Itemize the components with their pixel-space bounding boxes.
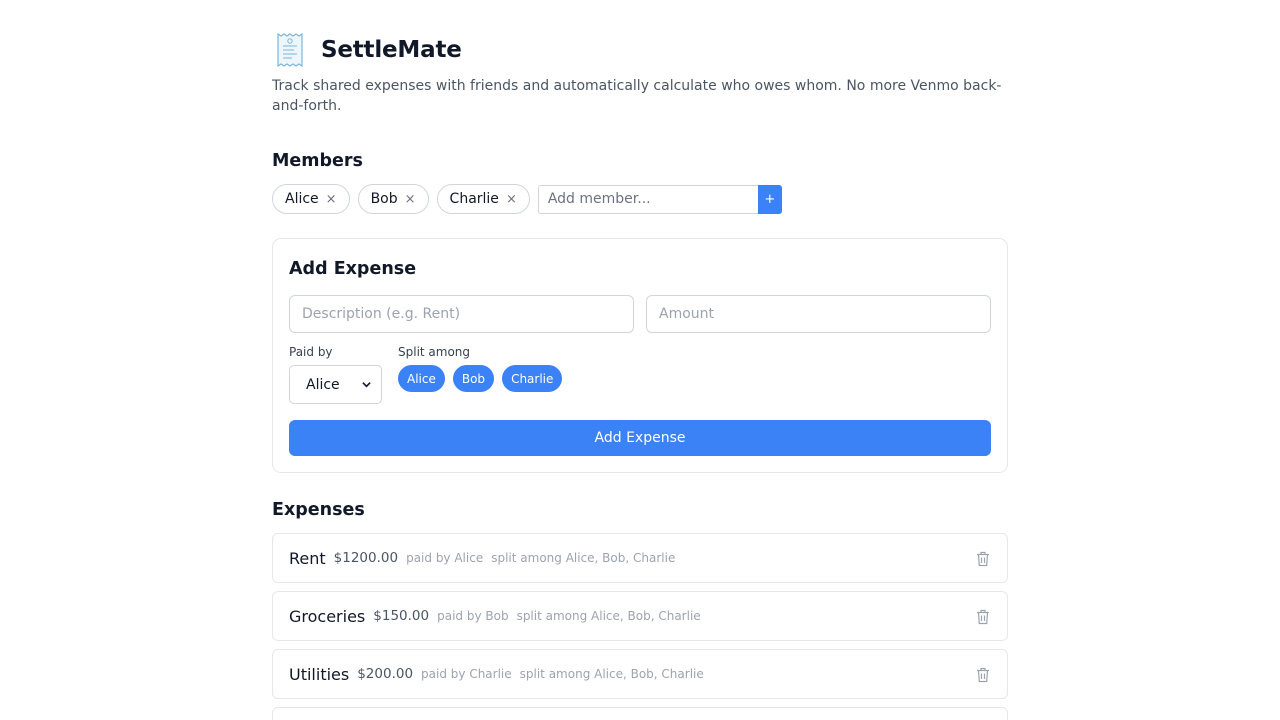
expenses-heading: Expenses <box>272 500 365 520</box>
expense-row: Groceries $150.00 paid by Bob split amon… <box>272 591 1008 641</box>
add-expense-button[interactable]: Add Expense <box>289 420 991 456</box>
app-title: SettleMate <box>321 37 462 63</box>
expense-name: Rent <box>289 548 326 568</box>
add-member-button[interactable]: + <box>757 184 782 214</box>
member-chip-alice: Alice × <box>272 184 350 214</box>
paid-by-select[interactable]: Alice <box>289 365 382 404</box>
member-chip-charlie: Charlie × <box>436 184 530 214</box>
expense-split: split among Alice, Bob, Charlie <box>516 609 701 623</box>
member-chip-bob: Bob × <box>357 184 429 214</box>
expense-amount: $200.00 <box>357 666 414 682</box>
expense-paid-by: paid by Bob <box>437 609 509 623</box>
expense-paid-by: paid by Alice <box>406 551 484 565</box>
trash-icon[interactable] <box>976 551 990 567</box>
member-name: Charlie <box>449 191 499 207</box>
receipt-icon <box>277 32 303 68</box>
remove-member-icon[interactable]: × <box>405 192 416 207</box>
paid-by-value: Alice <box>306 376 340 393</box>
split-toggle-bob[interactable]: Bob <box>452 365 495 392</box>
expense-row-partial <box>272 707 1008 720</box>
members-list: Alice × Bob × Charlie × + <box>272 184 782 214</box>
expense-name: Groceries <box>289 606 366 626</box>
expense-paid-by: paid by Charlie <box>421 667 512 681</box>
add-member-input[interactable] <box>537 184 758 214</box>
member-name: Alice <box>285 191 319 207</box>
chevron-down-icon <box>362 382 371 388</box>
app-header: SettleMate <box>272 32 462 68</box>
expense-amount: $1200.00 <box>333 550 399 566</box>
split-among-label: Split among <box>398 345 471 359</box>
trash-icon[interactable] <box>976 667 990 683</box>
expense-split: split among Alice, Bob, Charlie <box>491 551 676 565</box>
description-input[interactable] <box>289 295 634 333</box>
amount-input[interactable] <box>646 295 991 333</box>
remove-member-icon[interactable]: × <box>326 192 337 207</box>
expense-row: Utilities $200.00 paid by Charlie split … <box>272 649 1008 699</box>
remove-member-icon[interactable]: × <box>506 192 517 207</box>
split-among-toggles: Alice Bob Charlie <box>398 365 570 392</box>
add-expense-heading: Add Expense <box>289 259 417 279</box>
split-toggle-charlie[interactable]: Charlie <box>502 365 563 392</box>
member-name: Bob <box>370 191 398 207</box>
expense-name: Utilities <box>289 664 350 684</box>
paid-by-label: Paid by <box>289 345 333 359</box>
expense-split: split among Alice, Bob, Charlie <box>519 667 704 681</box>
app-tagline: Track shared expenses with friends and a… <box>272 78 1002 114</box>
add-expense-card: Add Expense Paid by Split among Alice Al… <box>272 238 1008 473</box>
expense-row: Rent $1200.00 paid by Alice split among … <box>272 533 1008 583</box>
expense-amount: $150.00 <box>373 608 430 624</box>
trash-icon[interactable] <box>976 609 990 625</box>
members-heading: Members <box>272 151 363 171</box>
split-toggle-alice[interactable]: Alice <box>398 365 445 392</box>
